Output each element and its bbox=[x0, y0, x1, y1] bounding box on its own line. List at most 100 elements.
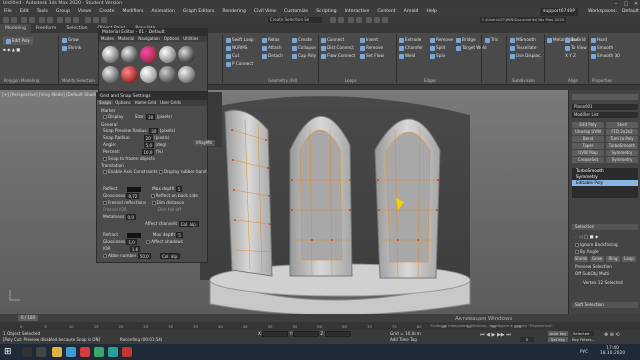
size-field[interactable]: 20 bbox=[146, 114, 156, 120]
fresnel-checkbox[interactable] bbox=[103, 201, 107, 205]
modifier-list-dropdown[interactable]: Modifier List bbox=[572, 112, 638, 118]
me-menu-material[interactable]: Material bbox=[116, 36, 136, 41]
selection-set-input[interactable]: Create Selection Se bbox=[268, 17, 322, 23]
ffd-button[interactable]: FFD 2x2x2 bbox=[606, 129, 638, 135]
playback-controls[interactable]: ⏮ ◀ ▶ ▶▶ ⏭ bbox=[480, 332, 511, 338]
time-slider[interactable]: 0 / 100 bbox=[18, 315, 38, 321]
extrude-button[interactable]: Extrude bbox=[399, 37, 421, 43]
grow-button[interactable]: Grow bbox=[62, 37, 79, 43]
distance-connect-button[interactable]: Dist Connect bbox=[321, 45, 354, 51]
shrink-sel-button[interactable]: Shrink bbox=[574, 256, 588, 262]
clock[interactable]: 17:40 18.10.2020 bbox=[600, 346, 625, 356]
align-y-button[interactable]: Y bbox=[569, 53, 572, 58]
material-slot[interactable] bbox=[140, 46, 157, 63]
snap-frozen-checkbox[interactable] bbox=[103, 157, 107, 161]
command-panel-tabs[interactable] bbox=[572, 94, 638, 100]
ring-button[interactable]: Ring bbox=[606, 256, 620, 262]
key-filters-button[interactable]: Key Filters... bbox=[572, 337, 598, 342]
move-icon[interactable] bbox=[57, 17, 63, 23]
refract-affect-channels-dropdown[interactable]: Col. alp. bbox=[160, 253, 181, 259]
perspective-viewport[interactable]: [+] [Perspective] [Vray Mode] [Default S… bbox=[0, 90, 568, 314]
use-displacement-button[interactable]: Use Displac. bbox=[510, 53, 542, 59]
menu-content[interactable]: Content bbox=[373, 8, 399, 16]
relax-button[interactable]: Relax bbox=[262, 37, 280, 43]
me-menu-options[interactable]: Options bbox=[162, 36, 181, 41]
creaseset-button[interactable]: CreaseSet bbox=[572, 157, 604, 163]
hard-button[interactable]: Hard bbox=[591, 37, 607, 43]
material-slot[interactable] bbox=[178, 46, 195, 63]
to-view-button[interactable]: To View bbox=[565, 45, 587, 51]
menu-group[interactable]: Group bbox=[52, 8, 74, 16]
search-icon[interactable] bbox=[22, 347, 32, 357]
display-checkbox[interactable] bbox=[103, 115, 107, 119]
grow-sel-button[interactable]: Grow bbox=[590, 256, 604, 262]
smooth30-button[interactable]: Smooth 30 bbox=[591, 53, 620, 59]
select-region-icon[interactable] bbox=[47, 17, 53, 23]
menu-animation[interactable]: Animation bbox=[147, 8, 178, 16]
refract-max-depth-field[interactable]: 5 bbox=[176, 232, 183, 238]
link-icon[interactable] bbox=[21, 17, 27, 23]
close-icon[interactable]: ✕ bbox=[631, 0, 640, 8]
symmetry-button[interactable]: Symmetry bbox=[606, 150, 638, 156]
tessellate-button[interactable]: Tessellate bbox=[510, 45, 536, 51]
angle-field[interactable]: 5,0 bbox=[143, 142, 155, 148]
spin-button[interactable]: Spin bbox=[430, 53, 445, 59]
material-slot[interactable] bbox=[140, 66, 157, 83]
maximize-icon[interactable]: □ bbox=[621, 0, 631, 8]
material-slot[interactable] bbox=[159, 66, 176, 83]
msmooth-button[interactable]: MSmooth bbox=[510, 37, 536, 43]
snap-preview-radius-field[interactable]: 30 bbox=[149, 128, 159, 134]
x-coord-field[interactable] bbox=[262, 331, 289, 337]
tab-home-grid[interactable]: Home Grid bbox=[133, 100, 158, 105]
snap-icon[interactable] bbox=[85, 17, 91, 23]
user-account[interactable]: support6749P bbox=[540, 8, 579, 16]
glossiness-field[interactable]: 0,72 bbox=[126, 193, 140, 199]
cap-poly-button[interactable]: Cap Poly bbox=[292, 53, 316, 59]
minimize-icon[interactable]: – bbox=[611, 0, 621, 8]
loop-button[interactable]: Loop bbox=[622, 256, 636, 262]
max-depth-field[interactable]: 5 bbox=[175, 186, 183, 192]
menu-interactive[interactable]: Interactive bbox=[341, 8, 374, 16]
material-slot[interactable] bbox=[159, 46, 176, 63]
align-x-button[interactable]: X bbox=[565, 53, 568, 58]
tab-selection[interactable]: Selection bbox=[61, 24, 92, 33]
ior-field[interactable]: 1,6 bbox=[129, 246, 141, 252]
shell-button[interactable]: Shell bbox=[606, 122, 638, 128]
create-button[interactable]: Create bbox=[292, 37, 312, 43]
turn-to-poly-button[interactable]: Turn to Poly bbox=[606, 136, 638, 142]
edit-poly-modifier-button[interactable]: Edit Poly bbox=[572, 122, 604, 128]
unlink-icon[interactable] bbox=[29, 17, 35, 23]
menu-scripting[interactable]: Scripting bbox=[312, 8, 340, 16]
metalness-field[interactable]: 0,0 bbox=[125, 214, 136, 220]
menu-views[interactable]: Views bbox=[74, 8, 95, 16]
element-icon[interactable]: ◆ bbox=[595, 234, 598, 239]
chamfer-button[interactable]: Chamfer bbox=[399, 45, 423, 51]
edit-poly-button[interactable]: Edit Poly bbox=[3, 37, 34, 45]
by-angle-checkbox[interactable] bbox=[575, 250, 579, 254]
shrink-button[interactable]: Shrink bbox=[62, 45, 81, 51]
uvw-map-button[interactable]: UVW Map bbox=[572, 150, 604, 156]
render-icon[interactable] bbox=[382, 17, 388, 23]
mirror-icon[interactable] bbox=[330, 17, 336, 23]
task-view-icon[interactable] bbox=[36, 347, 46, 357]
tab-snaps[interactable]: Snaps bbox=[97, 100, 114, 105]
snap-radius-field[interactable]: 20 bbox=[143, 135, 153, 141]
display-rubber-checkbox[interactable] bbox=[158, 170, 163, 174]
scale-icon[interactable] bbox=[73, 17, 79, 23]
me-menu-modes[interactable]: Modes bbox=[99, 36, 116, 41]
material-slot[interactable] bbox=[121, 46, 138, 63]
menu-graph-editors[interactable]: Graph Editors bbox=[179, 8, 219, 16]
remove-edge-button[interactable]: Remove bbox=[430, 37, 453, 43]
tab-modeling[interactable]: Modeling bbox=[0, 24, 31, 33]
project-path[interactable]: C:\Users\GT\WIN\Documents\3ds Max 2020 bbox=[480, 17, 566, 23]
menu-help[interactable]: Help bbox=[422, 8, 440, 16]
menu-file[interactable]: File bbox=[0, 8, 16, 16]
rotate-icon[interactable] bbox=[65, 17, 71, 23]
bridge-button[interactable]: Bridge bbox=[456, 37, 476, 43]
preview-off-radio[interactable]: Off bbox=[575, 271, 581, 276]
set-flow-button[interactable]: Set Flow bbox=[360, 53, 384, 59]
menu-modifiers[interactable]: Modifiers bbox=[118, 8, 147, 16]
material-slot[interactable] bbox=[178, 66, 195, 83]
insert-button[interactable]: Insert bbox=[360, 37, 378, 43]
stack-item-editable-poly[interactable]: Editable Poly bbox=[572, 180, 638, 186]
